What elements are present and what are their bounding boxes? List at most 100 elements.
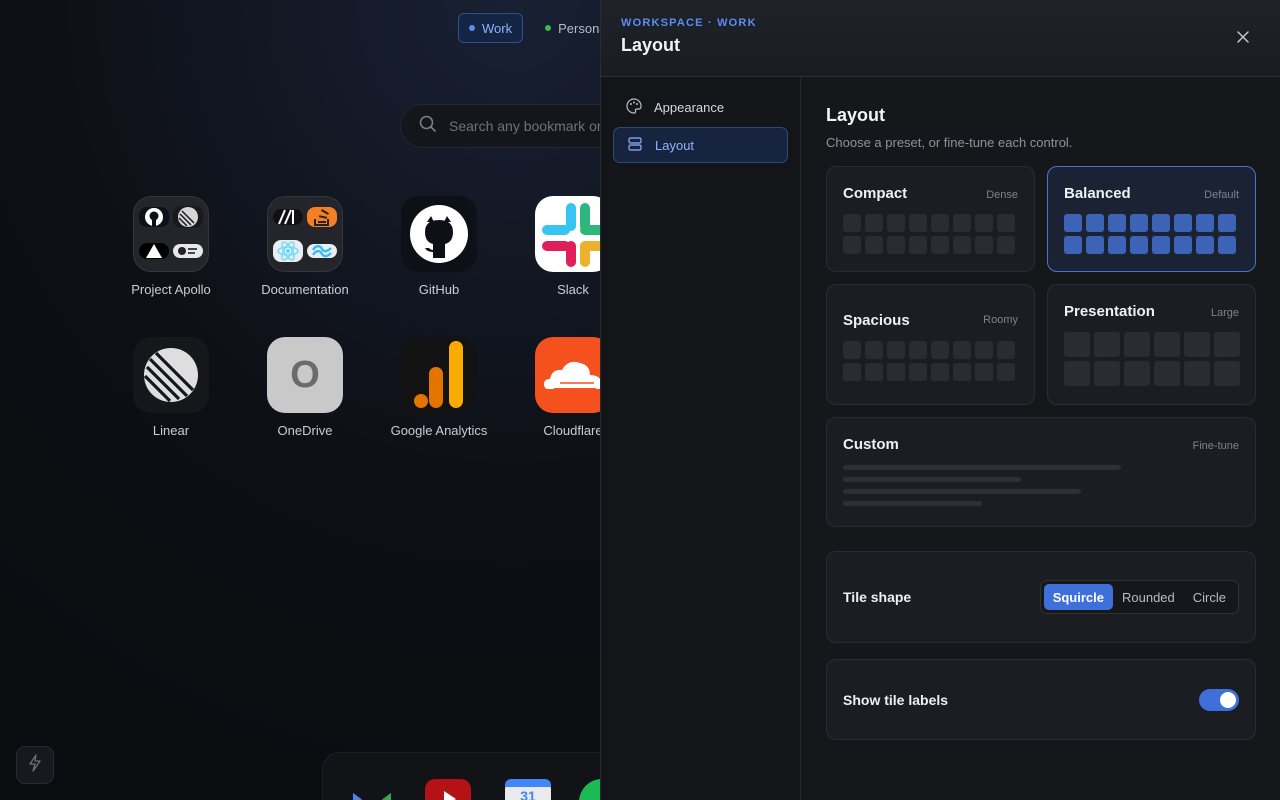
onedrive-icon: O [267,337,343,413]
preview-cell [931,236,949,254]
bolt-icon [28,753,42,777]
preview-cell [975,363,993,381]
preview-line [843,501,982,506]
preview-cell [909,214,927,232]
preset-tag: Default [1204,189,1239,201]
badge-icon [173,244,203,258]
preview-cell [887,341,905,359]
preview-cell [975,236,993,254]
search-icon [419,115,437,138]
preset-grid: Compact Dense Balanced Default Spacious … [826,166,1256,527]
workspace-label: Work [482,20,513,36]
shape-option-squircle[interactable]: Squircle [1043,584,1113,610]
folder-icon [267,196,343,272]
preview-cell [843,214,861,232]
linear-icon [133,337,209,413]
analytics-icon [401,337,477,413]
settings-panel: WORKSPACE · WORK Layout Appearance Layou… [600,0,1280,800]
tile-github[interactable]: GitHub [372,196,506,297]
tile-onedrive[interactable]: O OneDrive [238,337,372,438]
tile-documentation[interactable]: Documentation [238,196,372,297]
quick-action-button[interactable] [16,746,54,784]
preview-cell [1174,214,1192,232]
preview-cell [975,214,993,232]
preview-cell [909,363,927,381]
sidebar-item-label: Appearance [654,99,725,115]
preview-cell [865,236,883,254]
preview-cell [1184,361,1210,386]
preview-line [843,477,1021,482]
preset-compact[interactable]: Compact Dense [826,166,1035,272]
workspace-switcher: Work Personal [458,13,619,43]
preview-cell [909,341,927,359]
preset-presentation[interactable]: Presentation Large [1047,284,1256,405]
shape-option-rounded[interactable]: Rounded [1113,584,1184,610]
preview-line [843,465,1121,470]
linear-icon [173,206,203,228]
preview-line [843,489,1081,494]
tile-label: Cloudflare [543,423,603,438]
mdn-icon [273,209,303,225]
tile-label: Linear [152,423,190,438]
preview-cell [843,341,861,359]
preview-cell [1218,236,1236,254]
preview-cell [1214,361,1240,386]
preview-cell [1218,214,1236,232]
tile-linear[interactable]: Linear [104,337,238,438]
close-button[interactable] [1232,28,1254,50]
stackoverflow-icon [307,207,337,227]
panel-title: Layout [621,35,681,55]
sidebar-item-layout[interactable]: Layout [613,127,788,163]
show-labels-toggle[interactable] [1199,688,1239,711]
preview-cell [1064,361,1090,386]
github-icon [401,196,477,272]
show-labels-card: Show tile labels [826,659,1256,740]
preview-cell [1152,236,1170,254]
preview-cell [975,341,993,359]
sidebar-item-label: Layout [655,137,695,153]
section-title: Layout [826,105,886,125]
preview-cell [1094,332,1120,357]
sidebar-item-appearance[interactable]: Appearance [613,89,788,125]
preview-cell [953,363,971,381]
close-icon [1237,30,1249,48]
custom-preview [843,465,1239,506]
preview-cell [1196,214,1214,232]
preview-cell [1196,236,1214,254]
palette-icon [626,97,642,117]
react-icon [273,240,303,262]
preview-cell [953,236,971,254]
workspace-work-tab[interactable]: Work [458,13,524,43]
calendar-icon[interactable]: 31 [505,779,551,800]
tile-project-apollo[interactable]: Project Apollo [104,196,238,297]
preview-cell [1214,332,1240,357]
folder-icon [133,196,209,272]
tile-label: Documentation [261,282,349,297]
preview-cell [865,341,883,359]
preview-cell [1086,236,1104,254]
gmail-icon[interactable] [349,779,395,800]
tile-google-analytics[interactable]: Google Analytics [372,337,506,438]
preset-name: Custom [843,436,899,453]
preset-preview [843,341,1018,381]
preset-balanced[interactable]: Balanced Default [1047,166,1256,272]
preset-tag: Roomy [983,314,1018,326]
tailwind-icon [307,244,337,258]
preview-cell [1108,214,1126,232]
preset-custom[interactable]: Custom Fine-tune [826,417,1256,527]
preview-cell [887,214,905,232]
shape-option-circle[interactable]: Circle [1184,584,1235,610]
preview-cell [931,341,949,359]
preview-cell [865,363,883,381]
workspace-dot [545,25,552,31]
preview-cell [1064,214,1082,232]
preview-cell [1064,332,1090,357]
preview-cell [1094,361,1120,386]
preview-cell [1130,236,1148,254]
preset-preview [1064,332,1240,386]
preset-preview [1064,214,1239,254]
youtube-icon[interactable] [425,779,471,800]
preset-spacious[interactable]: Spacious Roomy [826,284,1035,405]
bookmark-grid: Project Apollo Documentation GitHub Slac… [104,196,640,438]
preview-cell [1064,236,1082,254]
